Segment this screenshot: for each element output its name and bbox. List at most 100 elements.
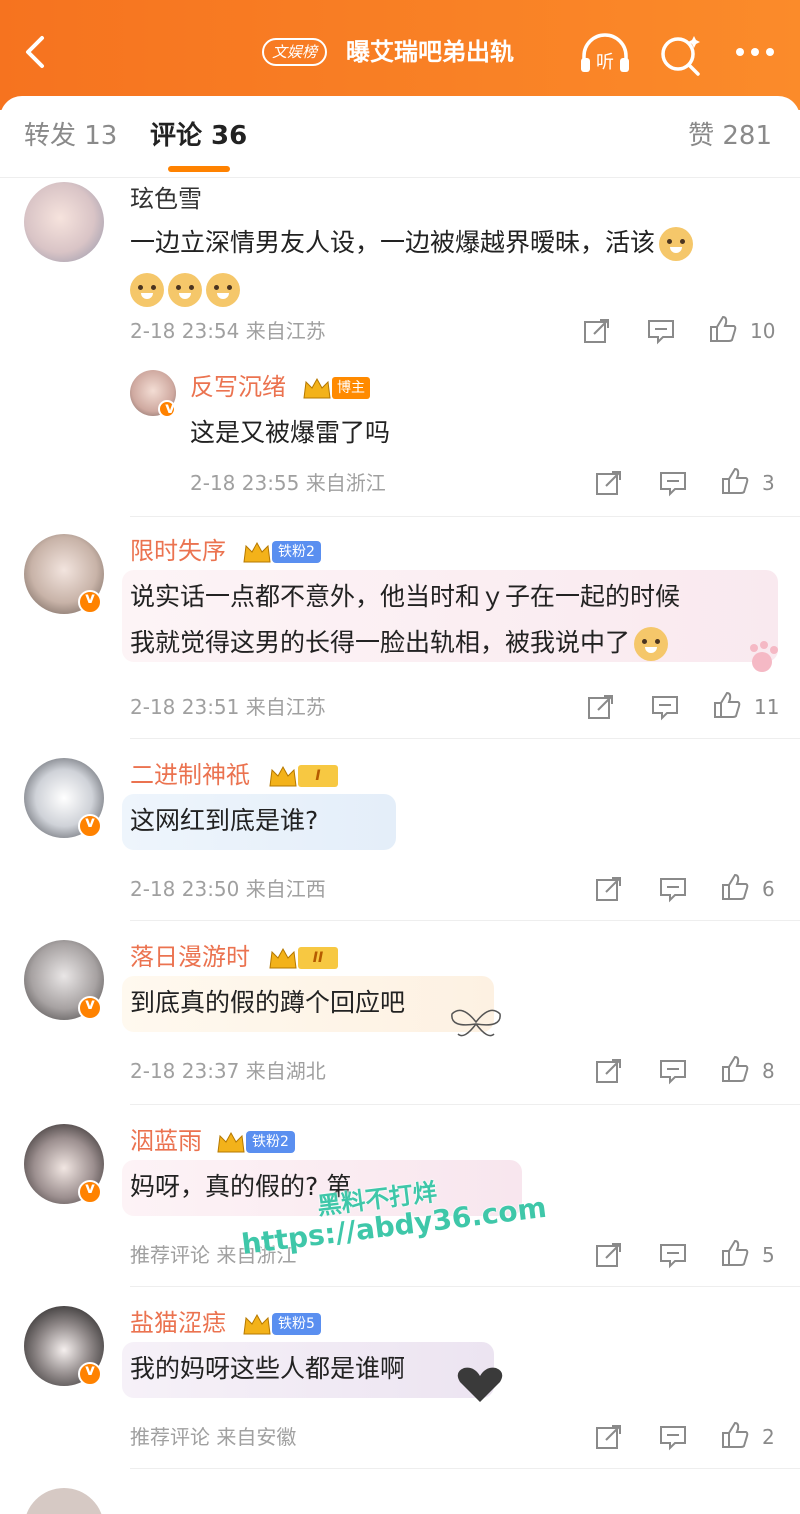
divider [130,920,800,921]
tab-repost[interactable]: 转发 13 [24,118,117,154]
share-icon[interactable] [594,1422,624,1452]
search-button[interactable] [656,30,704,78]
back-button[interactable] [14,30,58,74]
more-dots-icon [736,48,774,56]
heart-sticker-icon [457,1367,503,1402]
divider [130,738,800,739]
username[interactable]: 盐猫涩痣 [130,1306,226,1340]
comment-location: 来自江苏 [245,695,326,719]
share-icon[interactable] [594,1056,624,1086]
comment-text: 到底真的假的蹲个回应吧 [130,988,406,1017]
reply-icon[interactable] [658,1056,688,1086]
top-bar: 文娱榜 曝艾瑞吧弟出轨 听 [0,0,800,110]
reply-icon[interactable] [646,316,676,346]
hot-list-badge[interactable]: 文娱榜 [262,38,328,66]
comment-time: 2-18 23:54 [130,319,240,343]
listen-label: 听 [596,52,614,73]
comment-meta: 2-18 23:54 来自江苏 [130,316,326,346]
comment-item: 二进制神祇 I 这网红到底是谁? 2-18 23:50 来自江西 6 [0,756,800,906]
reply-icon[interactable] [658,1422,688,1452]
divider [130,1104,800,1105]
level-badge: II [298,947,338,969]
username[interactable]: 二进制神祇 [130,758,250,792]
tab-like[interactable]: 赞 281 [688,118,772,154]
comment-time: 2-18 23:37 [130,1059,240,1083]
doge-emoji-icon [206,273,240,307]
username[interactable]: 洇蓝雨 [130,1124,202,1158]
comment-text-content: 一边立深情男友人设，一边被爆越界暧昧，活该 [130,228,656,257]
comment-item: 限时失序 铁粉2 说实话一点都不意外，他当时和ｙ子在一起的时候 我就觉得这男的长… [0,532,800,722]
like-count: 5 [762,1243,775,1267]
comment-text-line: 我就觉得这男的长得一脸出轨相，被我说中了 [130,628,631,657]
like-thumb-icon[interactable] [720,1420,750,1450]
verified-badge-icon [78,813,102,838]
like-thumb-icon[interactable] [712,690,742,720]
doge-emoji-icon [130,273,164,307]
comment-text: 这网红到底是谁? [130,806,319,835]
comment-item: 落日漫游时 II 到底真的假的蹲个回应吧 2-18 23:37 来自湖北 8 [0,938,800,1088]
share-icon[interactable] [594,1240,624,1270]
fan-badge: 铁粉2 [246,1131,295,1153]
comment-item: 玹色雪 一边立深情男友人设，一边被爆越界暧昧，活该 2-18 23:54 来自江… [0,178,800,345]
reply-icon[interactable] [658,1240,688,1270]
comment-location: 来自安徽 [216,1425,297,1449]
like-count: 6 [762,877,775,901]
share-icon[interactable] [594,468,624,498]
like-thumb-icon[interactable] [720,872,750,902]
like-count: 8 [762,1059,775,1083]
comment-item: 盐猫涩痣 铁粉5 我的妈呀这些人都是谁啊 推荐评论 来自安徽 2 [0,1304,800,1454]
crown-icon [243,1313,271,1335]
comment-meta: 2-18 23:50 来自江西 [130,874,326,904]
divider [130,1286,800,1287]
reply-icon[interactable] [658,468,688,498]
recommended-label: 推荐评论 [130,1425,210,1449]
crown-icon [269,765,297,787]
fan-badge: 铁粉5 [272,1313,321,1335]
comment-text: 我的妈呀这些人都是谁啊 [130,1354,406,1383]
reply-icon[interactable] [650,692,680,722]
username[interactable]: 玹色雪 [130,182,202,216]
username[interactable]: 限时失序 [130,534,226,568]
page-title: 曝艾瑞吧弟出轨 [346,38,514,66]
avatar[interactable] [24,182,104,262]
comment-meta: 2-18 23:55 来自浙江 [190,468,386,498]
divider [130,1468,800,1469]
comment-location: 来自江苏 [245,319,326,343]
like-thumb-icon[interactable] [720,466,750,496]
verified-badge-icon [78,589,102,614]
comment-meta: 推荐评论 来自安徽 [130,1422,296,1452]
listen-button[interactable]: 听 [578,30,632,78]
like-count: 3 [762,471,775,495]
comment-location: 来自江西 [245,877,326,901]
comment-text: 一边立深情男友人设，一边被爆越界暧昧，活该 [130,220,770,312]
username[interactable]: 反写沉绪 [190,370,286,404]
comment-location: 来自浙江 [305,471,386,495]
like-count: 2 [762,1425,775,1449]
divider [130,516,800,517]
username[interactable]: 落日漫游时 [130,940,250,974]
more-button[interactable] [730,30,780,78]
like-thumb-icon[interactable] [720,1238,750,1268]
share-icon[interactable] [582,316,612,346]
comment-time: 2-18 23:50 [130,877,240,901]
comment-meta: 2-18 23:37 来自湖北 [130,1056,326,1086]
crown-icon [243,541,271,563]
doge-emoji-icon [168,273,202,307]
crown-icon [303,377,331,399]
recommended-label: 推荐评论 [130,1243,210,1267]
like-thumb-icon[interactable] [708,314,738,344]
share-icon[interactable] [594,874,624,904]
verified-badge-icon [78,995,102,1020]
paw-icon [750,641,778,672]
level-badge: I [298,765,338,787]
chevron-left-icon [26,36,44,68]
comment-time: 2-18 23:51 [130,695,240,719]
tab-active-indicator [168,166,230,172]
share-icon[interactable] [586,692,616,722]
tab-comment[interactable]: 评论 36 [150,118,247,154]
reply-item: 反写沉绪 博主 这是又被爆雷了吗 2-18 23:55 来自浙江 3 [0,366,800,506]
tab-bar: 转发 13 评论 36 赞 281 [0,96,800,178]
reply-icon[interactable] [658,874,688,904]
like-thumb-icon[interactable] [720,1054,750,1084]
crown-icon [217,1131,245,1153]
